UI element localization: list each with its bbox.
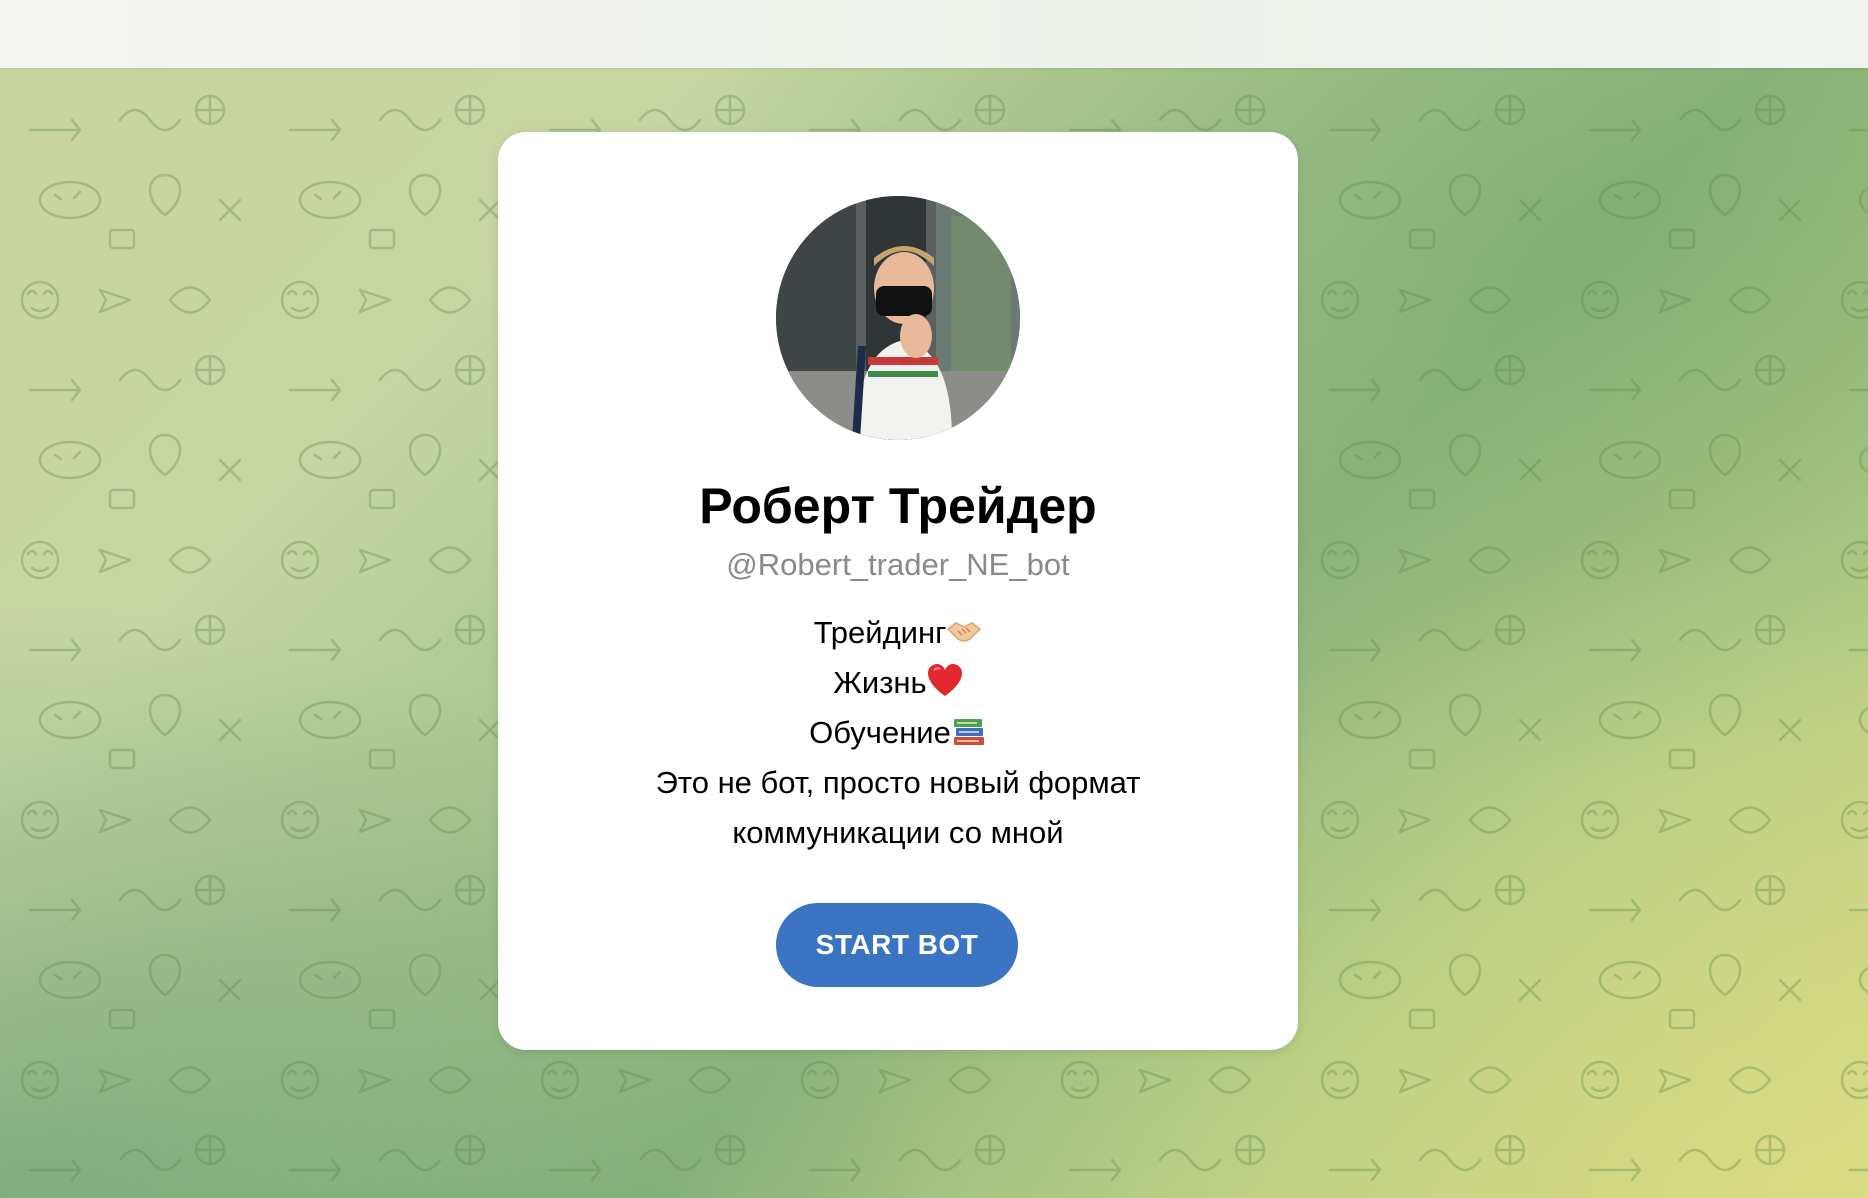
heart-icon [927,664,962,696]
handshake-icon [947,622,982,642]
description-line: Это не бот, просто новый формат [655,765,1141,800]
browser-top-bar [0,0,1868,68]
telegram-bot-preview-page: Роберт Трейдер @Robert_trader_NE_bot Тре… [0,0,1868,1198]
bot-name: Роберт Трейдер [699,478,1097,534]
start-bot-button[interactable]: START BOT [776,903,1018,987]
bot-description: Трейдинг Жизнь Обучение Это не бот, прос… [538,608,1258,858]
avatar-photo [776,196,1020,440]
bot-profile-card: Роберт Трейдер @Robert_trader_NE_bot Тре… [498,132,1298,1050]
bot-avatar [776,196,1020,440]
books-icon [953,719,984,745]
description-line: Трейдинг [538,608,1258,658]
description-line: коммуникации со мной [732,815,1064,850]
bot-username: @Robert_trader_NE_bot [726,547,1070,582]
description-line: Обучение [538,708,1258,758]
description-line: Жизнь [538,658,1258,708]
